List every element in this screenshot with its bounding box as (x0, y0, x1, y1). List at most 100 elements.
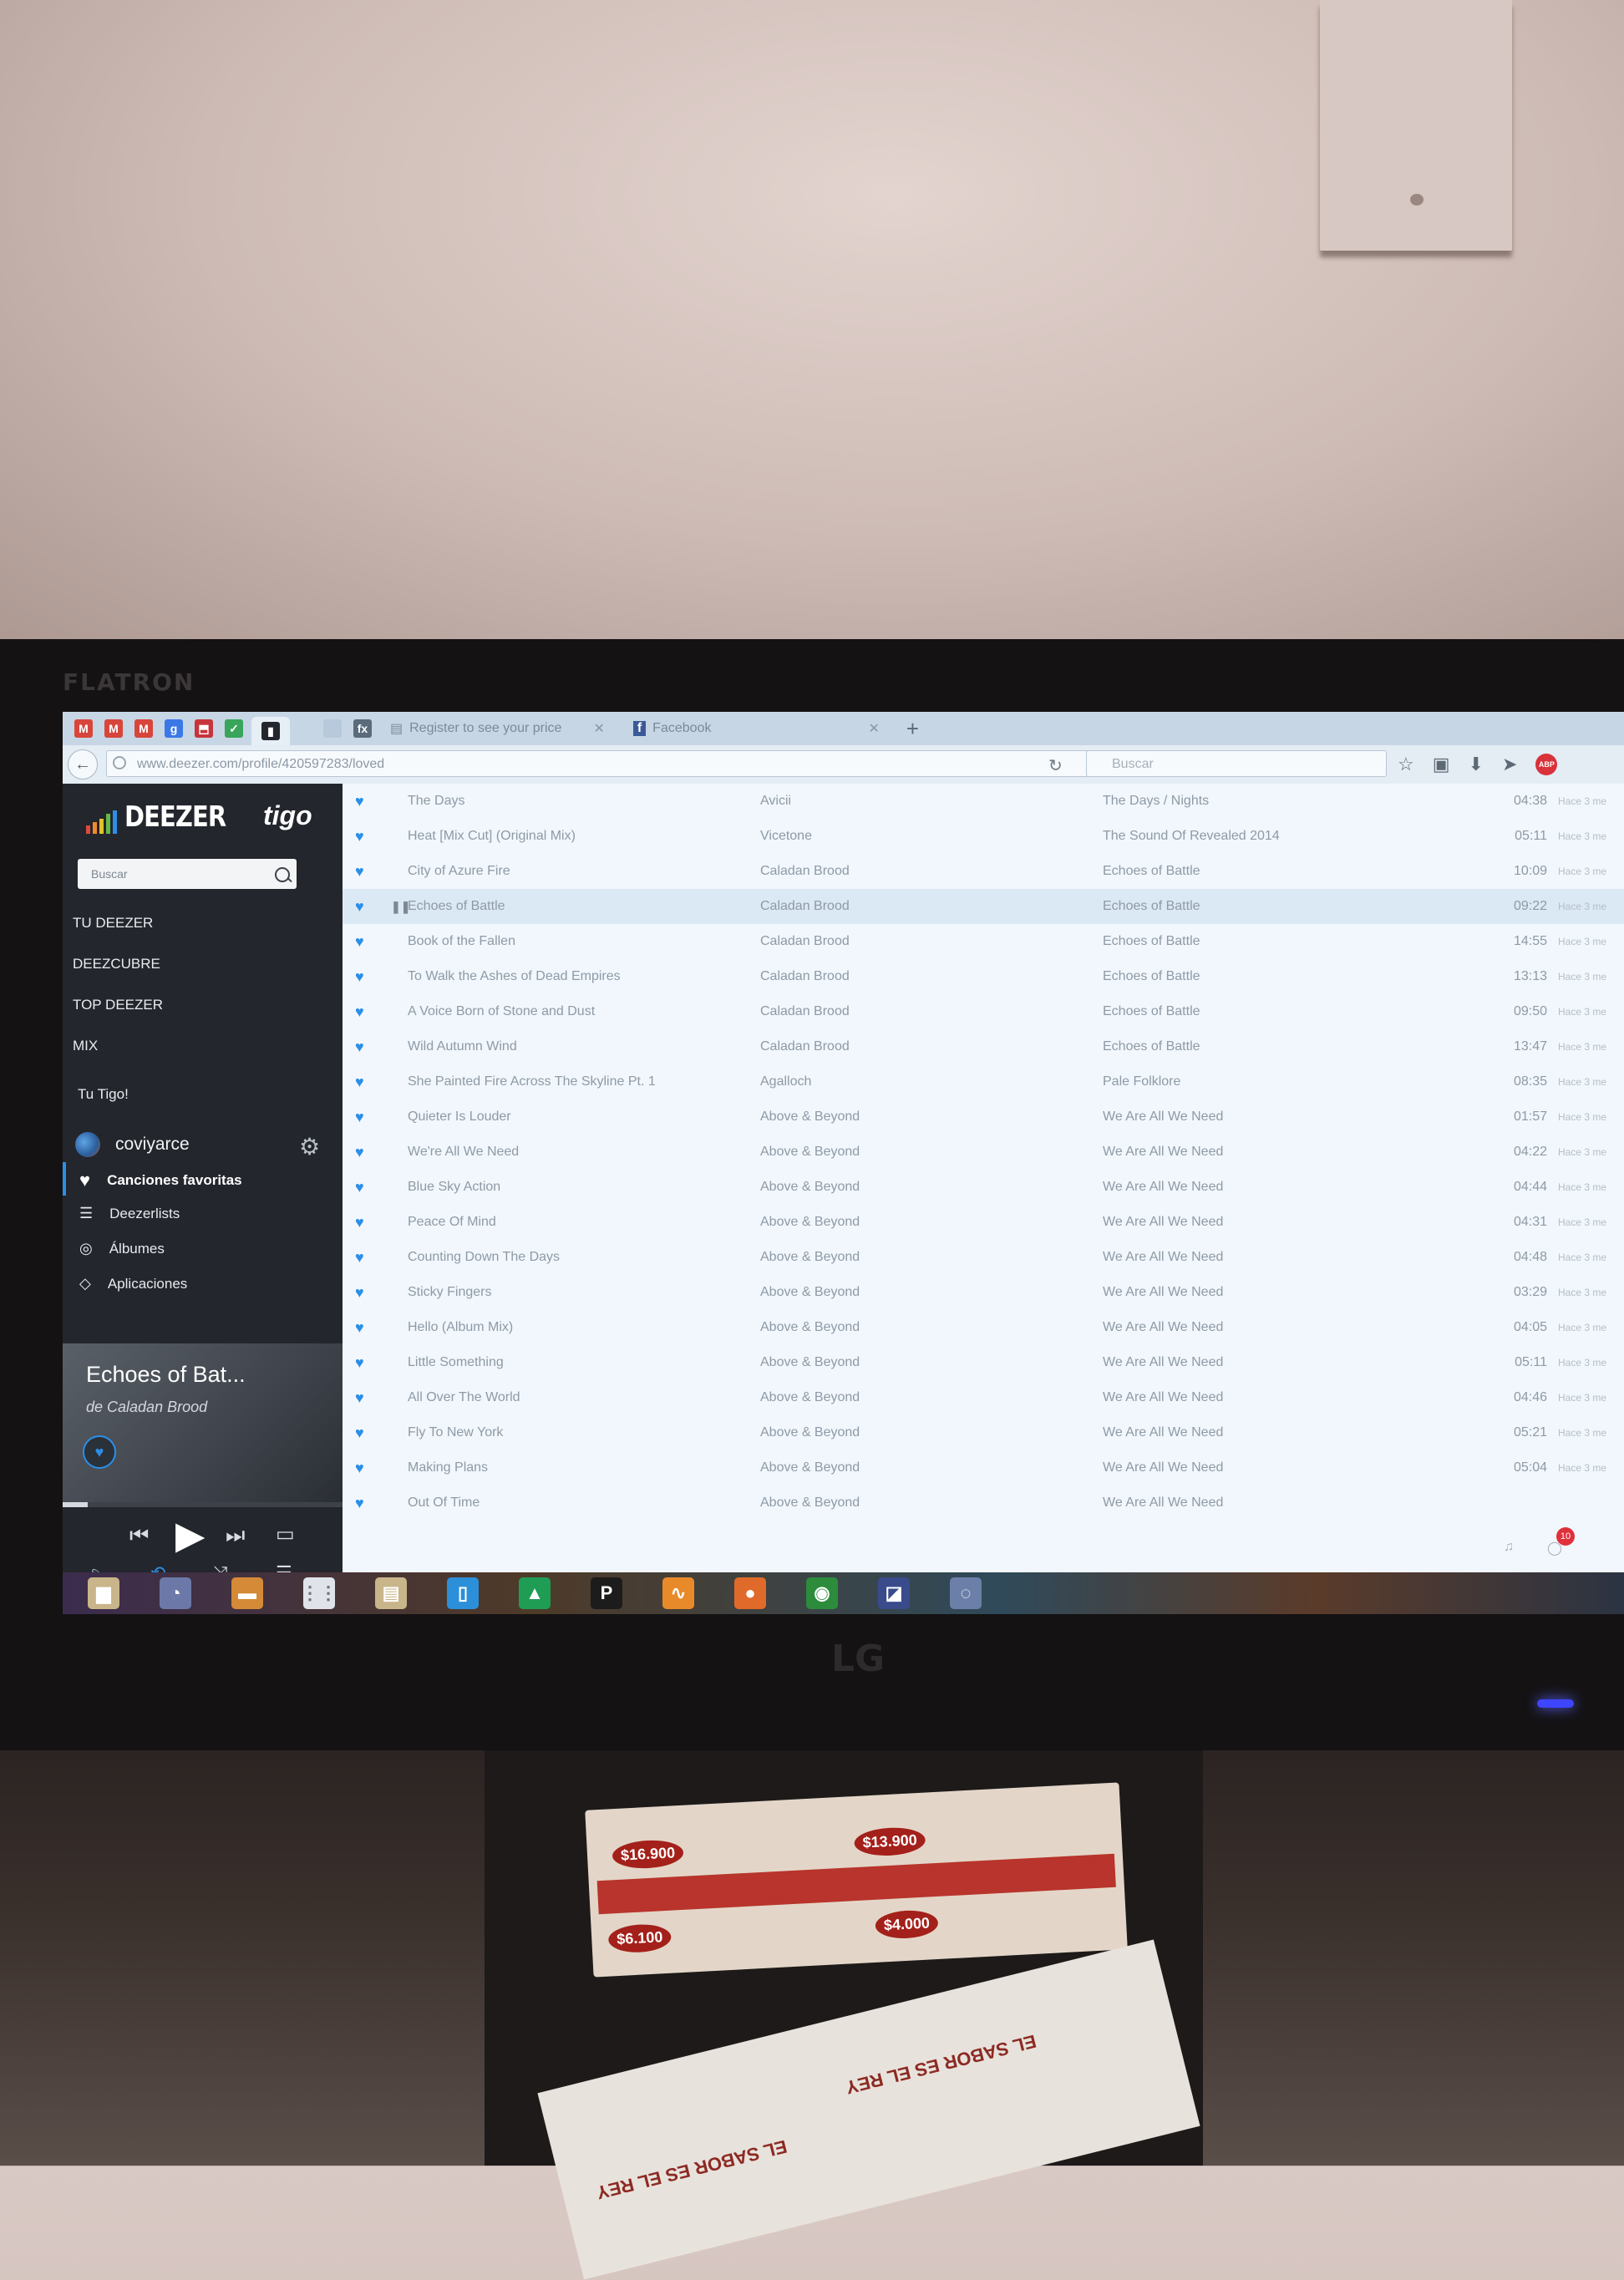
nav-top-deezer[interactable]: TOP DEEZER (73, 997, 163, 1013)
new-tab-button[interactable]: + (906, 716, 919, 742)
track-artist[interactable]: Caladan Brood (760, 864, 850, 879)
track-row[interactable]: ♥ Book of the Fallen Caladan Brood Echoes o… (343, 924, 1624, 959)
heart-icon[interactable]: ♥ (355, 863, 364, 881)
track-row[interactable]: ♥ Out Of Time Above & Beyond We Are All We … (343, 1485, 1624, 1521)
app-icon[interactable]: ◔ (160, 1577, 191, 1609)
track-album[interactable]: Echoes of Battle (1103, 969, 1200, 984)
close-icon[interactable]: ✕ (868, 720, 879, 737)
user-profile[interactable]: coviyarce (75, 1132, 190, 1157)
track-album[interactable]: We Are All We Need (1103, 1460, 1223, 1475)
track-row[interactable]: ♥ Sticky Fingers Above & Beyond We Are All … (343, 1275, 1624, 1310)
track-row[interactable]: ♥ Quieter Is Louder Above & Beyond We Are A… (343, 1099, 1624, 1135)
heart-icon[interactable]: ♥ (355, 1424, 364, 1442)
track-album[interactable]: We Are All We Need (1103, 1425, 1223, 1440)
heart-icon[interactable]: ♥ (355, 1144, 364, 1161)
track-title[interactable]: Sticky Fingers (408, 1285, 491, 1300)
track-artist[interactable]: Above & Beyond (760, 1180, 860, 1195)
pandora-icon[interactable]: P (591, 1577, 622, 1609)
gmail-icon[interactable]: M (104, 719, 123, 738)
track-artist[interactable]: Caladan Brood (760, 899, 850, 914)
track-album[interactable]: We Are All We Need (1103, 1215, 1223, 1230)
track-title[interactable]: Heat [Mix Cut] (Original Mix) (408, 829, 576, 844)
heart-icon[interactable]: ♥ (355, 1003, 364, 1021)
nav-deezcubre[interactable]: DEEZCUBRE (73, 956, 160, 972)
app-icon[interactable]: ◌ (950, 1577, 982, 1609)
track-album[interactable]: We Are All We Need (1103, 1390, 1223, 1405)
next-icon[interactable]: ⏭ (226, 1522, 245, 1549)
check-tab-icon[interactable]: ✓ (225, 719, 243, 738)
heart-icon[interactable]: ♥ (355, 1389, 364, 1407)
track-album[interactable]: Echoes of Battle (1103, 899, 1200, 914)
drive-icon[interactable]: ▲ (519, 1577, 551, 1609)
track-row[interactable]: ♥ Counting Down The Days Above & Beyond We … (343, 1240, 1624, 1275)
track-row[interactable]: ♥ Making Plans Above & Beyond We Are All We… (343, 1450, 1624, 1485)
tab-facebook[interactable]: f Facebook ✕ (623, 714, 890, 743)
track-album[interactable]: Echoes of Battle (1103, 864, 1200, 879)
gear-icon[interactable]: ⚙ (299, 1133, 320, 1160)
download-icon[interactable]: ⬇ (1469, 754, 1484, 775)
cast-icon[interactable]: ▭ (276, 1522, 295, 1546)
track-row[interactable]: ♥ To Walk the Ashes of Dead Empires Calada… (343, 959, 1624, 994)
track-title[interactable]: City of Azure Fire (408, 864, 510, 879)
track-title[interactable]: Book of the Fallen (408, 934, 515, 949)
track-title[interactable]: Echoes of Battle (408, 899, 505, 914)
track-album[interactable]: We Are All We Need (1103, 1285, 1223, 1300)
track-row[interactable]: ♥ Heat [Mix Cut] (Original Mix) Vicetone Th… (343, 819, 1624, 854)
track-row[interactable]: ♥ ❚❚ Echoes of Battle Caladan Brood Echoes o… (343, 889, 1624, 924)
address-bar[interactable]: www.deezer.com/profile/420597283/loved (106, 750, 1100, 777)
heart-icon[interactable]: ♥ (355, 1495, 364, 1512)
track-artist[interactable]: Above & Beyond (760, 1390, 860, 1405)
track-artist[interactable]: Agalloch (760, 1074, 811, 1089)
track-album[interactable]: Echoes of Battle (1103, 1039, 1200, 1054)
track-title[interactable]: The Days (408, 794, 464, 809)
track-artist[interactable]: Above & Beyond (760, 1495, 860, 1511)
track-album[interactable]: We Are All We Need (1103, 1355, 1223, 1370)
apps-grid-icon[interactable]: ⋮⋮ (301, 1577, 337, 1609)
deezer-logo[interactable]: DEEZER (86, 800, 244, 834)
heart-icon[interactable]: ♥ (355, 1249, 364, 1267)
playback-progress[interactable] (63, 1502, 343, 1507)
blank-tab-icon[interactable] (323, 719, 342, 738)
track-title[interactable]: Fly To New York (408, 1425, 503, 1440)
track-artist[interactable]: Above & Beyond (760, 1285, 860, 1300)
nav-tu-tigo[interactable]: Tu Tigo! (78, 1086, 129, 1103)
sidebar-item-albums[interactable]: ◎ Álbumes (79, 1240, 165, 1257)
star-icon[interactable]: ☆ (1398, 754, 1414, 775)
track-album[interactable]: We Are All We Need (1103, 1145, 1223, 1160)
file-manager-icon[interactable]: ▤ (375, 1577, 407, 1609)
track-row[interactable]: ♥ Little Something Above & Beyond We Are Al… (343, 1345, 1624, 1380)
chrome-icon[interactable]: ◉ (806, 1577, 838, 1609)
nav-tu-deezer[interactable]: TU DEEZER (73, 915, 153, 932)
track-artist[interactable]: Above & Beyond (760, 1425, 860, 1440)
app-icon[interactable]: ∿ (662, 1577, 694, 1609)
track-title[interactable]: Blue Sky Action (408, 1180, 500, 1195)
track-album[interactable]: The Sound Of Revealed 2014 (1103, 829, 1280, 844)
heart-icon[interactable]: ♥ (355, 1319, 364, 1337)
track-title[interactable]: A Voice Born of Stone and Dust (408, 1004, 595, 1019)
track-album[interactable]: Echoes of Battle (1103, 934, 1200, 949)
track-album[interactable]: We Are All We Need (1103, 1495, 1223, 1511)
track-artist[interactable]: Above & Beyond (760, 1460, 860, 1475)
track-artist[interactable]: Above & Beyond (760, 1250, 860, 1265)
track-row[interactable]: ♥ She Painted Fire Across The Skyline Pt.… (343, 1064, 1624, 1099)
track-artist[interactable]: Above & Beyond (760, 1320, 860, 1335)
heart-icon[interactable]: ♥ (355, 898, 364, 916)
sidebar-item-deezerlists[interactable]: ☰ Deezerlists (79, 1205, 180, 1222)
gmail-icon[interactable]: M (74, 719, 93, 738)
nav-mix[interactable]: MIX (73, 1038, 98, 1054)
track-title[interactable]: We're All We Need (408, 1145, 519, 1160)
chat-icon[interactable]: ◯ (1547, 1540, 1562, 1556)
folder-icon[interactable]: ▬ (231, 1577, 263, 1609)
track-album[interactable]: We Are All We Need (1103, 1250, 1223, 1265)
reload-icon[interactable]: ↻ (1048, 755, 1063, 776)
track-artist[interactable]: Above & Beyond (760, 1145, 860, 1160)
heart-icon[interactable]: ♥ (355, 1179, 364, 1196)
track-title[interactable]: She Painted Fire Across The Skyline Pt. … (408, 1074, 656, 1089)
track-artist[interactable]: Above & Beyond (760, 1215, 860, 1230)
heart-icon[interactable]: ♥ (355, 793, 364, 810)
editor-icon[interactable]: ◪ (878, 1577, 910, 1609)
google-icon[interactable]: g (165, 719, 183, 738)
track-artist[interactable]: Avicii (760, 794, 791, 809)
heart-icon[interactable]: ♥ (355, 1074, 364, 1091)
track-title[interactable]: Quieter Is Louder (408, 1110, 511, 1125)
